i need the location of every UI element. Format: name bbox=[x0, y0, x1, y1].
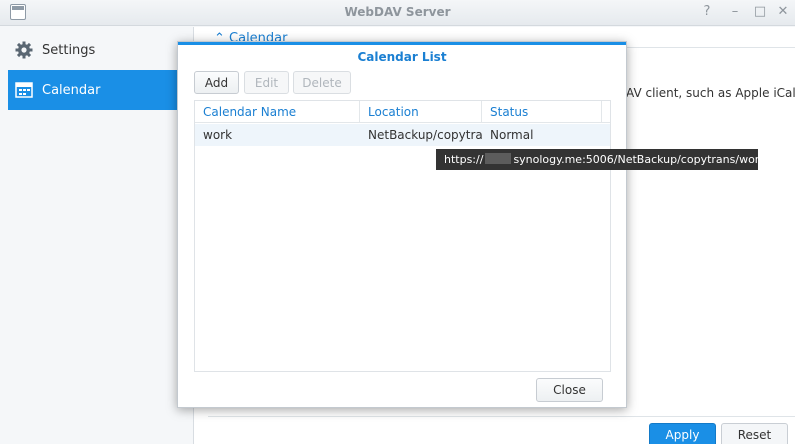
calendar-icon bbox=[14, 80, 34, 100]
window-title: WebDAV Server bbox=[344, 5, 451, 19]
sidebar-item-label: Calendar bbox=[42, 82, 101, 98]
add-button[interactable]: Add bbox=[194, 71, 239, 94]
apply-button[interactable]: Apply bbox=[649, 423, 716, 444]
sidebar-item-calendar[interactable]: Calendar bbox=[8, 70, 177, 110]
column-header-calendar-name[interactable]: Calendar Name bbox=[195, 101, 360, 123]
close-icon[interactable]: ✕ bbox=[774, 4, 792, 20]
redacted-hostname bbox=[485, 153, 512, 164]
sidebar-item-settings[interactable]: Settings bbox=[8, 30, 177, 70]
help-icon[interactable]: ? bbox=[698, 4, 716, 20]
tooltip-url-suffix: synology.me:5006/NetBackup/copytrans/wor… bbox=[513, 153, 766, 166]
calendar-list-dialog: Calendar List Add Edit Delete Calendar N… bbox=[177, 41, 627, 408]
cell-status: Normal bbox=[490, 128, 534, 142]
column-header-status[interactable]: Status bbox=[482, 101, 602, 123]
footer-divider bbox=[208, 416, 795, 417]
sidebar: Settings Calendar bbox=[0, 27, 193, 444]
edit-button[interactable]: Edit bbox=[244, 71, 289, 94]
column-header-location[interactable]: Location bbox=[360, 101, 482, 123]
reset-button[interactable]: Reset bbox=[721, 423, 788, 444]
dialog-title: Calendar List bbox=[357, 50, 447, 64]
close-button[interactable]: Close bbox=[536, 378, 603, 402]
window-titlebar: WebDAV Server ? – □ ✕ bbox=[0, 0, 795, 26]
dialog-accent-bar bbox=[178, 42, 626, 45]
gear-icon bbox=[14, 40, 34, 60]
sidebar-item-label: Settings bbox=[42, 42, 96, 58]
cell-calendar-name: work bbox=[203, 128, 233, 142]
delete-button[interactable]: Delete bbox=[293, 71, 351, 94]
table-row[interactable]: work NetBackup/copytrans... Normal bbox=[195, 124, 610, 146]
location-tooltip: https:// synology.me:5006/NetBackup/copyt… bbox=[436, 149, 766, 170]
minimize-icon[interactable]: – bbox=[726, 4, 744, 20]
section-description: AV client, such as Apple iCal bbox=[626, 86, 795, 100]
tooltip-url-prefix: https:// bbox=[444, 153, 484, 166]
grid-header: Calendar Name Location Status bbox=[195, 101, 610, 123]
cell-location: NetBackup/copytrans... bbox=[368, 128, 482, 142]
maximize-icon[interactable]: □ bbox=[751, 4, 769, 20]
dialog-footer-divider bbox=[194, 371, 611, 372]
calendar-grid: Calendar Name Location Status work NetBa… bbox=[194, 100, 611, 372]
